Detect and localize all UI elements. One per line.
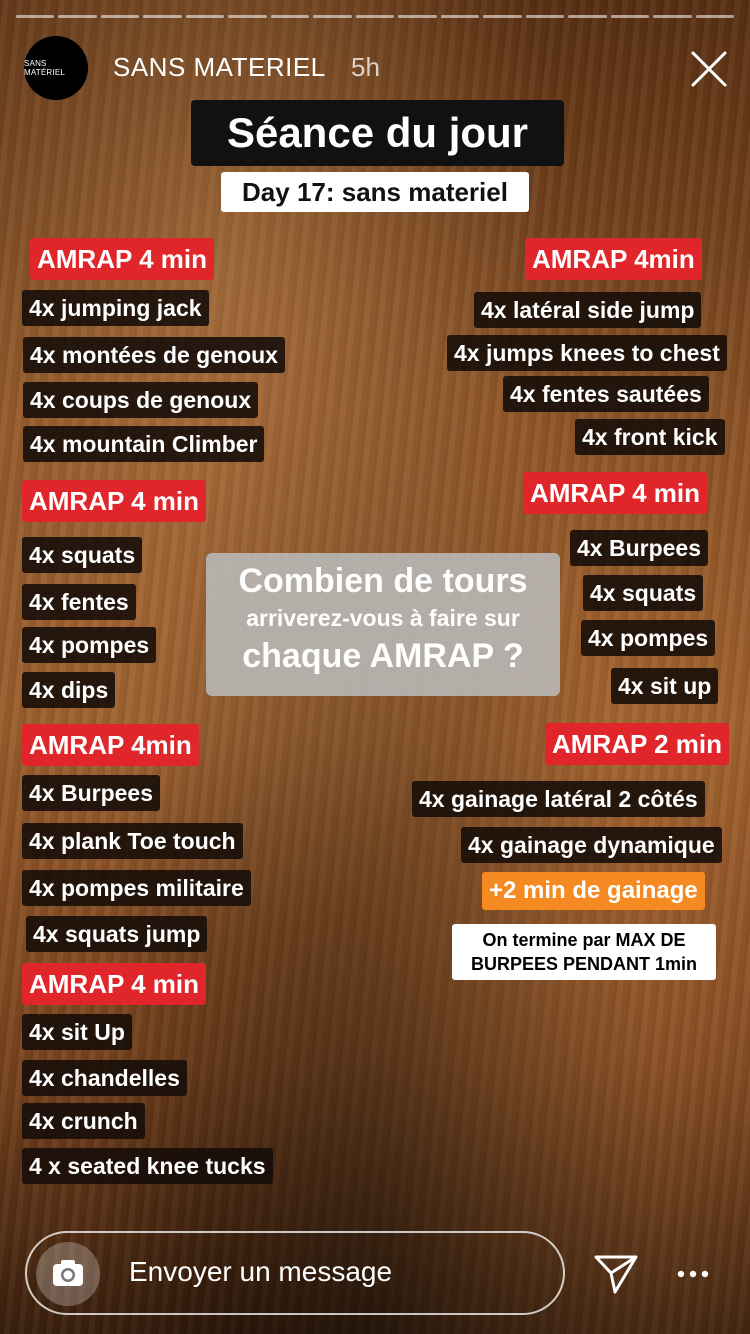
left-exercise-label: 4x montées de genoux bbox=[23, 337, 285, 373]
post-time: 5h bbox=[351, 52, 380, 82]
progress-segment bbox=[398, 15, 437, 18]
progress-segment bbox=[525, 15, 565, 18]
left-exercise-label: 4x crunch bbox=[22, 1103, 145, 1139]
left-exercise-label: 4x mountain Climber bbox=[23, 426, 265, 462]
question-line-3: chaque AMRAP ? bbox=[242, 637, 524, 675]
progress-segment bbox=[100, 15, 140, 18]
right-exercise-label: 4x Burpees bbox=[570, 530, 709, 566]
page-subtitle: Day 17: sans materiel bbox=[221, 172, 529, 212]
avatar-text: SANS MATÉRIEL bbox=[24, 59, 66, 77]
left-exercise-label: 4x squats bbox=[22, 537, 143, 573]
right-exercise-label: 4x gainage latéral 2 côtés bbox=[412, 781, 705, 817]
avatar[interactable]: SANS MATÉRIEL bbox=[24, 36, 88, 100]
right-amrap-header: AMRAP 4 min bbox=[523, 472, 707, 514]
progress-segment bbox=[483, 15, 522, 18]
finisher-note-line-2: BURPEES PENDANT 1min bbox=[470, 954, 698, 974]
right-amrap-header: AMRAP 4min bbox=[525, 238, 702, 280]
left-exercise-label: 4 x seated knee tucks bbox=[22, 1148, 273, 1184]
right-exercise-label: 4x latéral side jump bbox=[474, 292, 702, 328]
left-exercise-label: 4x pompes militaire bbox=[22, 870, 251, 906]
question-sticker: Combien de tours arriverez-vous à faire … bbox=[206, 553, 560, 696]
left-amrap-header: AMRAP 4 min bbox=[30, 238, 214, 280]
left-exercise-label: 4x coups de genoux bbox=[23, 382, 259, 418]
left-amrap-header: AMRAP 4min bbox=[22, 724, 199, 766]
question-line-1: Combien de tours bbox=[238, 562, 528, 600]
left-exercise-label: 4x pompes bbox=[22, 627, 157, 663]
left-exercise-label: 4x jumping jack bbox=[22, 290, 209, 326]
right-exercise-label: 4x sit up bbox=[611, 668, 719, 704]
left-exercise-label: 4x squats jump bbox=[26, 916, 208, 952]
right-exercise-label: 4x pompes bbox=[581, 620, 716, 656]
progress-segment bbox=[568, 15, 607, 18]
progress-segment bbox=[58, 15, 97, 18]
left-amrap-header: AMRAP 4 min bbox=[22, 963, 206, 1005]
more-options-icon[interactable] bbox=[676, 1264, 710, 1284]
page-title: Séance du jour bbox=[191, 100, 564, 166]
right-exercise-label: 4x fentes sautées bbox=[503, 376, 709, 412]
camera-icon bbox=[53, 1260, 83, 1286]
story-canvas[interactable]: SANS MATÉRIEL SANS MATERIEL 5h Séance du… bbox=[0, 0, 750, 1334]
progress-segment bbox=[313, 15, 352, 18]
progress-segment bbox=[270, 15, 310, 18]
close-icon[interactable] bbox=[690, 50, 728, 88]
right-exercise-label: 4x front kick bbox=[575, 419, 725, 455]
message-input[interactable]: Envoyer un message bbox=[129, 1256, 392, 1288]
progress-segment bbox=[228, 15, 267, 18]
left-exercise-label: 4x sit Up bbox=[22, 1014, 132, 1050]
progress-segment bbox=[653, 15, 692, 18]
progress-segment bbox=[16, 15, 55, 18]
right-exercise-label: 4x gainage dynamique bbox=[461, 827, 722, 863]
progress-segment bbox=[440, 15, 480, 18]
left-exercise-label: 4x fentes bbox=[22, 584, 136, 620]
left-exercise-label: 4x chandelles bbox=[22, 1060, 187, 1096]
right-highlight-label: +2 min de gainage bbox=[482, 872, 705, 910]
finisher-note: On termine par MAX DE BURPEES PENDANT 1m… bbox=[452, 924, 716, 980]
left-exercise-label: 4x dips bbox=[22, 672, 116, 708]
progress-segment bbox=[355, 15, 395, 18]
progress-segment bbox=[143, 15, 182, 18]
finisher-note-line-1: On termine par MAX DE bbox=[482, 930, 686, 950]
send-icon[interactable] bbox=[593, 1252, 639, 1296]
story-progress-bar bbox=[16, 15, 734, 19]
progress-segment bbox=[185, 15, 225, 18]
camera-button[interactable] bbox=[36, 1242, 100, 1306]
right-exercise-label: 4x jumps knees to chest bbox=[447, 335, 727, 371]
progress-segment bbox=[610, 15, 650, 18]
username[interactable]: SANS MATERIEL bbox=[113, 52, 326, 83]
right-amrap-header: AMRAP 2 min bbox=[545, 723, 729, 765]
left-exercise-label: 4x plank Toe touch bbox=[22, 823, 243, 859]
left-exercise-label: 4x Burpees bbox=[22, 775, 161, 811]
question-line-2: arriverez-vous à faire sur bbox=[246, 605, 520, 631]
left-amrap-header: AMRAP 4 min bbox=[22, 480, 206, 522]
right-exercise-label: 4x squats bbox=[583, 575, 704, 611]
progress-segment bbox=[695, 15, 734, 18]
